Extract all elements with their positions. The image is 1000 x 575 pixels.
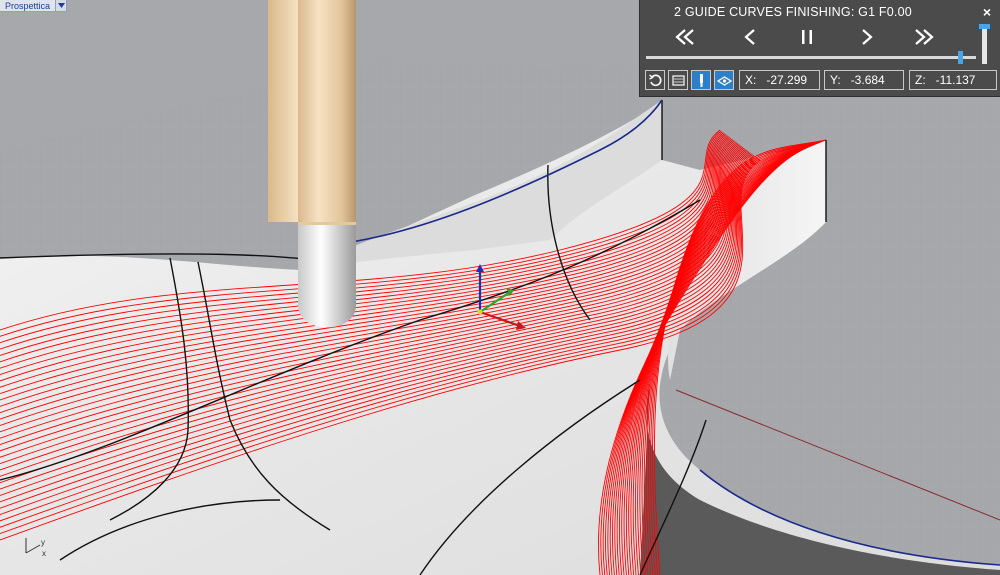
- close-icon[interactable]: ×: [983, 4, 991, 20]
- coord-z-value: -11.137: [935, 73, 976, 87]
- coord-y-field: Y: -3.684: [824, 70, 904, 90]
- viewport-tab[interactable]: Prospettica: [0, 0, 68, 12]
- svg-text:x: x: [42, 549, 46, 558]
- coord-z-field: Z: -11.137: [909, 70, 997, 90]
- fast-forward-icon[interactable]: [911, 24, 937, 50]
- viewport-menu-icon[interactable]: [56, 0, 68, 12]
- speed-thumb[interactable]: [979, 24, 990, 29]
- step-forward-icon[interactable]: [854, 24, 880, 50]
- stock-icon[interactable]: [668, 70, 688, 90]
- step-back-icon[interactable]: [737, 24, 763, 50]
- tool-icon[interactable]: [691, 70, 711, 90]
- speed-slider[interactable]: [979, 24, 990, 64]
- coord-y-value: -3.684: [850, 73, 885, 87]
- coord-x-value: -27.299: [766, 73, 808, 87]
- timeline-slider[interactable]: [646, 51, 976, 64]
- simulation-panel: 2 GUIDE CURVES FINISHING: G1 F0.00 × X: …: [639, 0, 1000, 97]
- coord-z-label: Z:: [915, 73, 926, 87]
- timeline-thumb[interactable]: [958, 51, 963, 64]
- simulation-title: 2 GUIDE CURVES FINISHING: G1 F0.00: [674, 5, 912, 19]
- viewport-name[interactable]: Prospettica: [0, 0, 57, 12]
- svg-text:y: y: [41, 538, 45, 547]
- coord-x-label: X:: [745, 73, 757, 87]
- surface-icon[interactable]: [714, 70, 734, 90]
- coord-x-field: X: -27.299: [739, 70, 820, 90]
- rewind-icon[interactable]: [672, 24, 698, 50]
- pause-icon[interactable]: [794, 24, 820, 50]
- coord-y-label: Y:: [830, 73, 841, 87]
- reset-icon[interactable]: [645, 70, 665, 90]
